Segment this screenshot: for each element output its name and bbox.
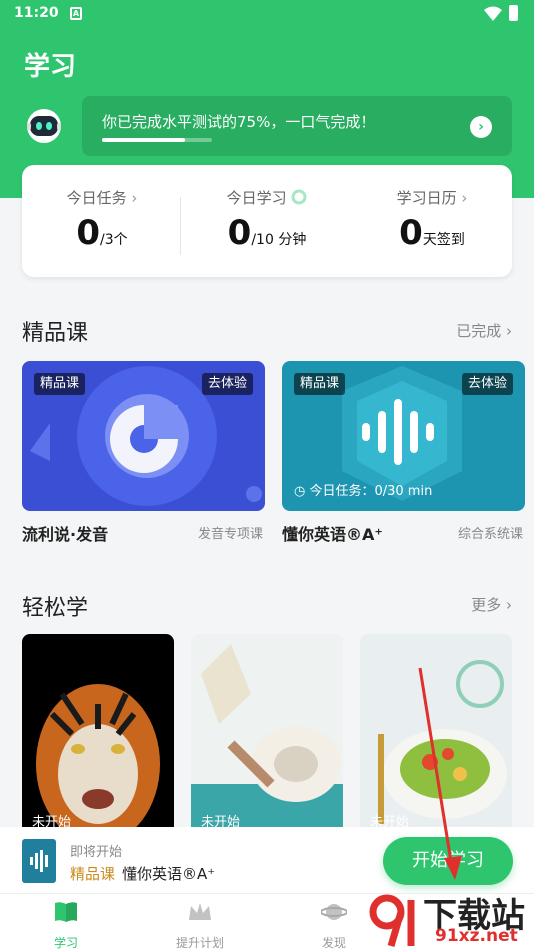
planet-icon bbox=[320, 904, 348, 920]
banner-text: 你已完成水平测试的75%，一口气完成！ bbox=[102, 113, 376, 131]
stat-value: 0 bbox=[76, 213, 101, 253]
stat-today-study[interactable]: 今日学习 0/10 分钟 bbox=[187, 165, 347, 277]
reading-photo bbox=[191, 644, 343, 834]
nav-label: 提升计划 bbox=[175, 936, 224, 950]
section-title-premium: 精品课 bbox=[22, 321, 89, 346]
stat-today-tasks[interactable]: 今日任务 › 0/3个 bbox=[22, 165, 182, 277]
easy-more-link[interactable]: 更多 › bbox=[471, 594, 512, 615]
today-task: ◷ 今日任务：0/30 min bbox=[294, 480, 432, 499]
course-subtitle: 综合系统课 bbox=[458, 527, 524, 542]
easy-item-salad[interactable]: 未开始 bbox=[360, 634, 512, 834]
book-icon bbox=[55, 902, 77, 922]
wifi-icon bbox=[484, 6, 502, 21]
stat-label: 今日学习 bbox=[226, 189, 287, 207]
stat-unit: /10 分钟 bbox=[251, 232, 307, 248]
daily-stats-card: 今日任务 › 0/3个 今日学习 0/10 分钟 学习日历 › 0天签到 bbox=[22, 165, 512, 277]
placement-test-banner[interactable]: 你已完成水平测试的75%，一口气完成！ › bbox=[82, 96, 512, 156]
robot-avatar-icon[interactable] bbox=[24, 106, 64, 146]
section-title-easy: 轻松学 bbox=[22, 596, 89, 621]
easy-item-tiger[interactable]: 未开始 bbox=[22, 634, 174, 834]
try-button[interactable]: 去体验 bbox=[461, 373, 513, 395]
course-subtitle: 发音专项课 bbox=[198, 527, 264, 542]
stat-value: 0 bbox=[399, 213, 423, 253]
notification-a-icon: A bbox=[70, 7, 82, 20]
upcoming-course-name: 懂你英语®A⁺ bbox=[122, 865, 216, 883]
crown-icon bbox=[189, 903, 211, 920]
start-learning-button[interactable]: 开始学习 bbox=[383, 837, 513, 885]
nav-label: 学习 bbox=[53, 936, 78, 950]
premium-tag: 精品课 bbox=[34, 373, 86, 395]
status-bar: 11:20 A bbox=[0, 0, 534, 28]
stat-value: 0 bbox=[227, 213, 252, 253]
premium-completed-link[interactable]: 已完成 › bbox=[456, 320, 512, 341]
watermark-91-icon bbox=[369, 894, 415, 947]
course-name: 懂你英语®A⁺ bbox=[282, 525, 383, 544]
premium-tag: 精品课 bbox=[70, 865, 116, 883]
chevron-right-icon[interactable]: › bbox=[470, 116, 492, 138]
stat-unit: 天签到 bbox=[422, 232, 465, 248]
status-time: 11:20 bbox=[14, 5, 59, 21]
chevron-right-icon: › bbox=[131, 189, 138, 207]
upcoming-label: 即将开始 bbox=[70, 845, 123, 860]
nav-item-plan[interactable]: 提升计划 bbox=[140, 900, 260, 950]
course-card-pronunciation[interactable]: 精品课 去体验 bbox=[22, 361, 265, 511]
course-card-a-plus[interactable]: 精品课 去体验 ◷ 今日任务：0/30 min bbox=[282, 361, 525, 511]
premium-tag: 精品课 bbox=[294, 373, 346, 395]
course-cover bbox=[22, 839, 56, 883]
banner-progress-fill bbox=[102, 138, 185, 142]
tiger-photo bbox=[36, 684, 160, 834]
audio-wave-icon bbox=[30, 850, 48, 872]
progress-ring-icon bbox=[291, 189, 307, 205]
more-label: 已完成 bbox=[456, 322, 502, 340]
easy-item-reading[interactable]: 未开始 bbox=[191, 634, 343, 834]
upcoming-course-bar[interactable]: 即将开始 精品课 懂你英语®A⁺ 开始学习 bbox=[0, 827, 534, 893]
try-button[interactable]: 去体验 bbox=[201, 373, 253, 395]
stat-study-calendar[interactable]: 学习日历 › 0天签到 bbox=[352, 165, 512, 277]
watermark-logo: 下载站 91xz.net bbox=[365, 888, 534, 950]
page-title: 学习 bbox=[24, 52, 77, 82]
today-task-text: 今日任务：0/30 min bbox=[309, 484, 433, 499]
divider bbox=[180, 197, 181, 255]
battery-icon bbox=[509, 5, 518, 21]
watermark-url: 91xz.net bbox=[435, 926, 518, 946]
banner-progress-bar bbox=[102, 138, 212, 142]
clock-icon: ◷ bbox=[294, 484, 306, 499]
course-name: 流利说·发音 bbox=[22, 525, 109, 544]
salad-photo bbox=[378, 660, 507, 824]
stat-label: 今日任务 bbox=[66, 189, 127, 207]
stat-unit: /3个 bbox=[100, 232, 128, 248]
chevron-right-icon: › bbox=[461, 189, 468, 207]
stat-label: 学习日历 bbox=[396, 189, 457, 207]
more-label: 更多 bbox=[471, 596, 502, 614]
nav-item-study[interactable]: 学习 bbox=[6, 900, 126, 950]
